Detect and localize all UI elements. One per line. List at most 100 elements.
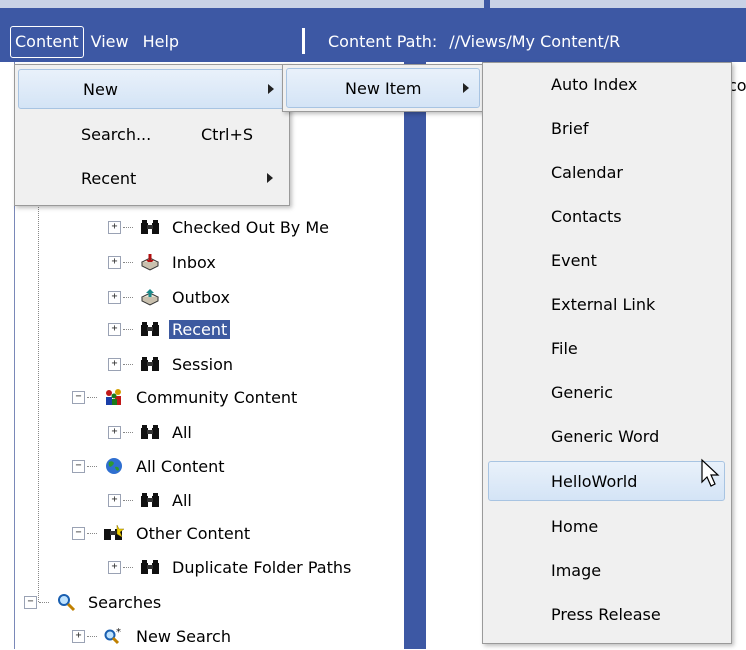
menu-item-label: External Link: [551, 294, 656, 314]
menu-item-helloworld[interactable]: HelloWorld: [488, 461, 725, 501]
menu-item-label: File: [551, 338, 578, 358]
collapse-icon[interactable]: −: [24, 595, 37, 609]
menu-item-external-link[interactable]: External Link: [483, 283, 731, 325]
menu-item-label: Event: [551, 250, 597, 270]
expand-icon[interactable]: +: [108, 425, 121, 439]
toolbar-separator: [302, 28, 305, 54]
binoculars-star-icon: [103, 523, 125, 543]
tree-item-label: Outbox: [172, 287, 230, 307]
mouse-cursor-icon: [700, 458, 722, 492]
tree-item-label: Session: [172, 354, 234, 374]
menu-item-label: HelloWorld: [551, 471, 638, 491]
menu-item-brief[interactable]: Brief: [483, 107, 731, 149]
tree-item-label: All: [172, 422, 192, 442]
collapse-icon[interactable]: −: [72, 390, 85, 404]
menu-item-auto-index[interactable]: Auto Index: [483, 63, 731, 105]
menu-help[interactable]: Help: [136, 25, 186, 59]
tree-item-label: Duplicate Folder Paths: [172, 557, 352, 577]
tree-item-all-content-all[interactable]: + All: [108, 486, 195, 514]
binoculars-icon: [139, 354, 161, 374]
menu-item-search[interactable]: Search... Ctrl+S: [15, 113, 289, 155]
tree-item-outbox[interactable]: + Outbox: [108, 283, 233, 311]
binoculars-icon: [139, 422, 161, 442]
tree-item-label: Searches: [88, 592, 162, 612]
menu-content[interactable]: Content: [10, 26, 84, 58]
expand-icon[interactable]: +: [108, 560, 121, 574]
menu-item-label: Image: [551, 560, 602, 580]
magnifier-icon: [55, 592, 77, 612]
menu-item-label: Home: [551, 516, 599, 536]
tree-guide-line: [38, 200, 40, 602]
menu-item-event[interactable]: Event: [483, 239, 731, 281]
tree-item-community-all[interactable]: + All: [108, 418, 195, 446]
binoculars-icon: [139, 319, 161, 339]
tree-item-label: Community Content: [136, 387, 298, 407]
content-path: Content Path: //Views/My Content/R: [328, 22, 620, 62]
tree-item-community-content[interactable]: − Community Content: [72, 383, 300, 411]
tree-item-label: Inbox: [172, 252, 216, 272]
content-path-value[interactable]: //Views/My Content/R: [449, 32, 620, 51]
menu-item-calendar[interactable]: Calendar: [483, 151, 731, 193]
menu-item-image[interactable]: Image: [483, 549, 731, 591]
content-path-label: Content Path:: [328, 32, 438, 51]
binoculars-icon: [139, 490, 161, 510]
tree-item-inbox[interactable]: + Inbox: [108, 248, 219, 276]
expand-icon[interactable]: +: [108, 493, 121, 507]
menu-item-label: Recent: [81, 168, 137, 188]
menu-item-home[interactable]: Home: [483, 505, 731, 547]
tree-item-session[interactable]: + Session: [108, 350, 236, 378]
expand-icon[interactable]: +: [108, 322, 121, 336]
inbox-icon: [139, 252, 161, 272]
new-menu: New Item: [282, 64, 484, 112]
menu-item-contacts[interactable]: Contacts: [483, 195, 731, 237]
title-strip-right: [490, 0, 746, 8]
binoculars-icon: [139, 557, 161, 577]
menu-item-label: Generic Word: [551, 426, 660, 446]
content-menu: New Search... Ctrl+S Recent: [14, 64, 290, 206]
menu-item-label: Auto Index: [551, 74, 638, 94]
tree-item-searches[interactable]: − Searches: [24, 588, 164, 616]
menu-view[interactable]: View: [84, 25, 136, 59]
submenu-arrow-icon: [463, 83, 469, 93]
tree-item-other-content[interactable]: − Other Content: [72, 519, 253, 547]
tree-item-new-search[interactable]: + * New Search: [72, 622, 234, 650]
tree-item-label: Checked Out By Me: [172, 217, 330, 237]
submenu-arrow-icon: [267, 173, 273, 183]
tree-item-label: Other Content: [136, 523, 251, 543]
expand-icon[interactable]: +: [72, 629, 85, 643]
title-strip-left: [0, 0, 484, 8]
menu-item-label: Search...: [81, 124, 152, 144]
tree-item-label: All Content: [136, 456, 225, 476]
menu-item-file[interactable]: File: [483, 327, 731, 369]
menu-item-new-item[interactable]: New Item: [286, 68, 480, 108]
expand-icon[interactable]: +: [108, 357, 121, 371]
tree-item-checked-out[interactable]: + Checked Out By Me: [108, 213, 332, 241]
tree-item-recent[interactable]: + Recent: [108, 315, 231, 343]
collapse-icon[interactable]: −: [72, 526, 85, 540]
menu-item-label: Generic: [551, 382, 614, 402]
tree-item-all-content[interactable]: − All Content: [72, 452, 228, 480]
menu-bar: Content View Help: [0, 22, 186, 62]
tree-item-label: All: [172, 490, 192, 510]
binoculars-icon: [139, 217, 161, 237]
splitter-bar[interactable]: [404, 62, 426, 649]
menu-item-generic[interactable]: Generic: [483, 371, 731, 413]
menu-item-generic-word[interactable]: Generic Word: [483, 415, 731, 457]
new-search-icon: *: [103, 626, 125, 646]
tree-item-duplicate-folder-paths[interactable]: + Duplicate Folder Paths: [108, 553, 354, 581]
menu-item-press-release[interactable]: Press Release: [483, 593, 731, 635]
expand-icon[interactable]: +: [108, 255, 121, 269]
menu-item-new[interactable]: New: [18, 69, 286, 109]
menu-item-label: Press Release: [551, 604, 661, 624]
collapse-icon[interactable]: −: [72, 459, 85, 473]
menu-item-recent[interactable]: Recent: [15, 157, 289, 199]
outbox-icon: [139, 287, 161, 307]
menu-item-shortcut: Ctrl+S: [201, 124, 254, 144]
expand-icon[interactable]: +: [108, 290, 121, 304]
menu-item-label: New Item: [345, 78, 422, 98]
new-item-menu: Auto Index Brief Calendar Contacts Event…: [482, 62, 732, 644]
expand-icon[interactable]: +: [108, 220, 121, 234]
menu-item-label: Calendar: [551, 162, 623, 182]
tree-item-label: New Search: [136, 626, 231, 646]
tree-item-label: Recent: [169, 319, 231, 339]
